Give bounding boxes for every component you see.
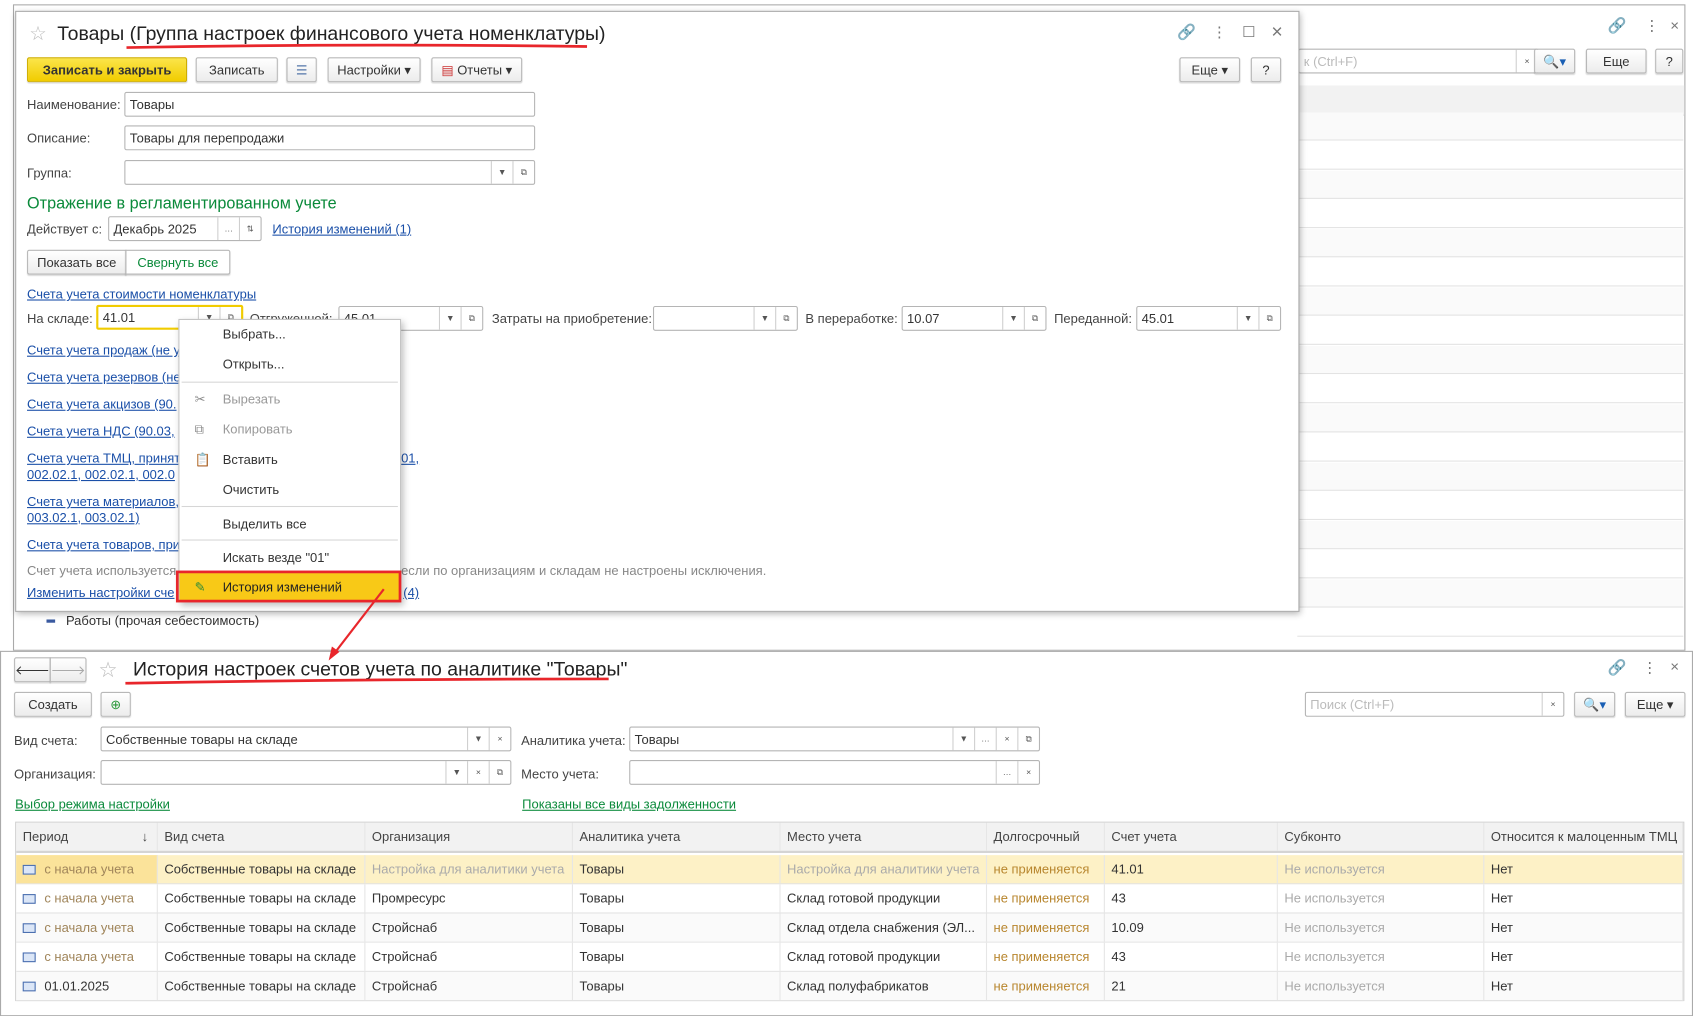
history-title-underline — [125, 677, 609, 685]
annotation-overlay — [125, 43, 609, 685]
menu-highlight-box — [175, 570, 402, 603]
annotation-arrow — [332, 588, 385, 656]
title-underline — [126, 43, 588, 49]
